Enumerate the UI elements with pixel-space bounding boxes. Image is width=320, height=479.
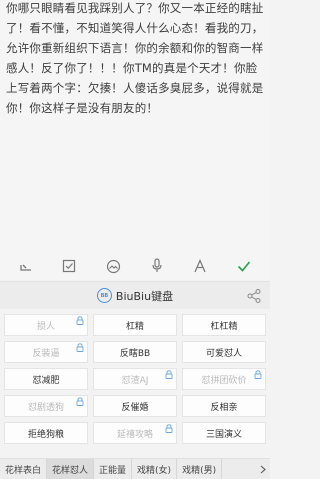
lock-icon bbox=[254, 370, 262, 379]
lock-icon bbox=[76, 316, 84, 325]
phrase-category-label: 损人 bbox=[36, 321, 55, 332]
image-icon[interactable] bbox=[104, 257, 122, 275]
keyboard-header: BB BiuBiu键盘 bbox=[0, 281, 270, 309]
phrase-category-button[interactable]: 反催婚 bbox=[93, 395, 177, 417]
phrase-category-label: 三国演义 bbox=[205, 429, 242, 440]
phrase-category-label: 反装逼 bbox=[32, 348, 60, 359]
category-tab[interactable]: 戏精(女) bbox=[132, 459, 178, 479]
phrase-category-button[interactable]: 反装逼 bbox=[4, 341, 88, 363]
category-tab[interactable]: 花样表白 bbox=[0, 459, 48, 479]
note-editor[interactable]: 你哪只眼睛看见我踩别人了？你又一本正经的瞎扯了！看不懂，不知道笑得人什么心态！看… bbox=[0, 0, 270, 252]
checkmark-icon[interactable] bbox=[235, 257, 253, 275]
phrase-category-label: 可爱怼人 bbox=[205, 348, 242, 359]
chevron-right-icon[interactable] bbox=[256, 459, 270, 479]
phrase-category-label: 怼减肥 bbox=[32, 375, 60, 386]
phrase-category-label: 拒绝狗粮 bbox=[27, 429, 64, 440]
lock-icon bbox=[165, 370, 173, 379]
category-tab[interactable]: 戏精(男) bbox=[177, 459, 223, 479]
phrase-category-button[interactable]: 杠杠精 bbox=[182, 314, 266, 336]
phrase-category-label: 延禧攻略 bbox=[116, 429, 153, 440]
phrase-category-button[interactable]: 怼拼团砍价 bbox=[182, 368, 266, 390]
phrase-category-label: 反相亲 bbox=[210, 402, 238, 413]
phrase-category-button[interactable]: 怼减肥 bbox=[4, 368, 88, 390]
category-tab[interactable]: 花样怼人 bbox=[47, 459, 95, 479]
lock-icon bbox=[165, 424, 173, 433]
undo-icon[interactable] bbox=[17, 257, 35, 275]
phrase-category-button[interactable]: 反相亲 bbox=[182, 395, 266, 417]
phrase-category-button[interactable]: 延禧攻略 bbox=[93, 422, 177, 444]
category-tab[interactable]: 正能量 bbox=[94, 459, 133, 479]
microphone-icon[interactable] bbox=[148, 257, 166, 275]
edit-toolbar bbox=[0, 252, 270, 280]
lock-icon bbox=[76, 343, 84, 352]
phrase-category-label: 反催婚 bbox=[121, 402, 149, 413]
phrase-category-grid: 损人 杠精 杠杠精反装逼 反瞎BB 可爱怼人怼减肥 怼渣AJ 怼拼团砍价怼剧透狗 反催婚 反相亲… bbox=[4, 314, 266, 444]
phrase-category-label: 杠杠精 bbox=[210, 321, 238, 332]
phrase-category-label: 怼剧透狗 bbox=[27, 402, 64, 413]
note-text[interactable]: 你哪只眼睛看见我踩别人了？你又一本正经的瞎扯了！看不懂，不知道笑得人什么心态！看… bbox=[6, 0, 264, 118]
checkbox-icon[interactable] bbox=[60, 257, 78, 275]
keyboard-brand: BB BiuBiu键盘 bbox=[96, 288, 174, 304]
phrase-category-button[interactable]: 怼渣AJ bbox=[93, 368, 177, 390]
text-format-icon[interactable] bbox=[191, 257, 209, 275]
phrase-category-label: 反瞎BB bbox=[119, 348, 151, 359]
phrase-category-button[interactable]: 反瞎BB bbox=[93, 341, 177, 363]
phrase-category-button[interactable]: 拒绝狗粮 bbox=[4, 422, 88, 444]
phrase-category-button[interactable]: 损人 bbox=[4, 314, 88, 336]
biubiu-logo-icon: BB bbox=[96, 288, 112, 303]
phrase-category-label: 杠精 bbox=[125, 321, 144, 332]
phrase-category-button[interactable]: 杠精 bbox=[93, 314, 177, 336]
keyboard-title: BiuBiu键盘 bbox=[115, 289, 174, 303]
phrase-category-label: 怼渣AJ bbox=[121, 375, 149, 386]
phrase-category-label: 怼拼团砍价 bbox=[201, 375, 247, 386]
phrase-category-button[interactable]: 可爱怼人 bbox=[182, 341, 266, 363]
lock-icon bbox=[76, 397, 84, 406]
category-tab-bar: 花样表白 花样怼人 正能量 戏精(女) 戏精(男) bbox=[0, 458, 270, 479]
phrase-category-button[interactable]: 三国演义 bbox=[182, 422, 266, 444]
share-icon[interactable] bbox=[246, 288, 262, 304]
phrase-category-button[interactable]: 怼剧透狗 bbox=[4, 395, 88, 417]
